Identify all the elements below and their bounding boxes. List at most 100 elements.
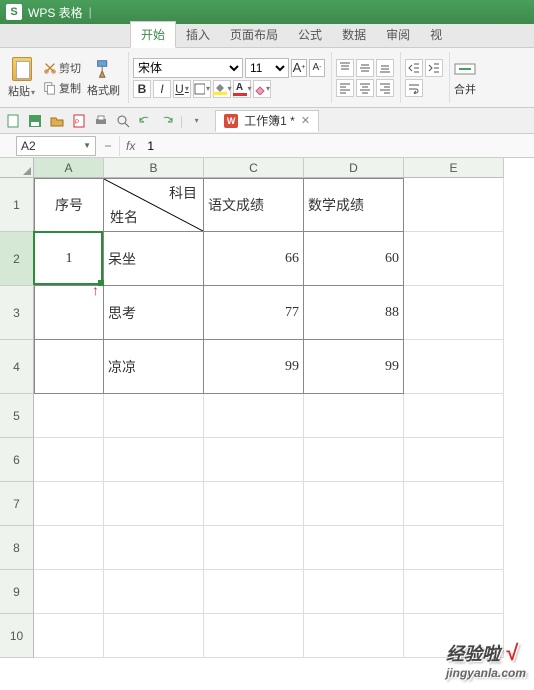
cell-D5[interactable] (304, 394, 404, 438)
cell-C4[interactable]: 99 (204, 340, 304, 394)
cell-B9[interactable] (104, 570, 204, 614)
cell-B6[interactable] (104, 438, 204, 482)
fx-icon[interactable]: fx (120, 139, 141, 153)
cell-D1[interactable]: 数学成绩 (304, 178, 404, 232)
pdf-button[interactable]: P (70, 112, 88, 130)
font-color-button[interactable]: A▾ (233, 80, 251, 98)
cell-B3[interactable]: 思考 (104, 286, 204, 340)
tab-insert[interactable]: 插入 (176, 22, 220, 47)
cell-E7[interactable] (404, 482, 504, 526)
paste-button[interactable]: 粘贴▾ (6, 56, 37, 100)
align-center-button[interactable] (356, 79, 374, 97)
new-button[interactable] (4, 112, 22, 130)
cell-E4[interactable] (404, 340, 504, 394)
row-header-2[interactable]: 2 (0, 232, 34, 286)
undo-button[interactable] (136, 112, 154, 130)
cell-C3[interactable]: 77 (204, 286, 304, 340)
row-header-7[interactable]: 7 (0, 482, 34, 526)
formula-input[interactable] (141, 136, 534, 156)
close-tab-icon[interactable]: ✕ (301, 114, 310, 127)
cell-A5[interactable] (34, 394, 104, 438)
cell-E3[interactable] (404, 286, 504, 340)
cell-C2[interactable]: 66 (204, 232, 304, 286)
cell-B7[interactable] (104, 482, 204, 526)
cell-A3[interactable] (34, 286, 104, 340)
cancel-edit-button[interactable] (96, 136, 120, 156)
tab-layout[interactable]: 页面布局 (220, 22, 288, 47)
cell-A10[interactable] (34, 614, 104, 658)
cell-B1[interactable]: 科目姓名 (104, 178, 204, 232)
cell-E9[interactable] (404, 570, 504, 614)
row-header-9[interactable]: 9 (0, 570, 34, 614)
column-header-C[interactable]: C (204, 158, 304, 178)
save-button[interactable] (26, 112, 44, 130)
select-all-corner[interactable] (0, 158, 34, 178)
align-bottom-button[interactable] (376, 59, 394, 77)
cell-D9[interactable] (304, 570, 404, 614)
cell-D6[interactable] (304, 438, 404, 482)
cell-A4[interactable] (34, 340, 104, 394)
cell-D7[interactable] (304, 482, 404, 526)
clear-format-button[interactable]: ▾ (253, 80, 271, 98)
cell-C5[interactable] (204, 394, 304, 438)
cell-A8[interactable] (34, 526, 104, 570)
cell-D4[interactable]: 99 (304, 340, 404, 394)
tab-review[interactable]: 审阅 (376, 22, 420, 47)
column-header-A[interactable]: A (34, 158, 104, 178)
cell-B2[interactable]: 呆坐 (104, 232, 204, 286)
font-increase-button[interactable]: A+ (291, 59, 307, 77)
italic-button[interactable]: I (153, 80, 171, 98)
cell-A9[interactable] (34, 570, 104, 614)
row-header-3[interactable]: 3 (0, 286, 34, 340)
fill-color-button[interactable]: ▾ (213, 80, 231, 98)
align-right-button[interactable] (376, 79, 394, 97)
row-header-1[interactable]: 1 (0, 178, 34, 232)
document-tab[interactable]: W 工作簿1 * ✕ (215, 110, 319, 132)
row-header-6[interactable]: 6 (0, 438, 34, 482)
underline-button[interactable]: U▾ (173, 80, 191, 98)
qat-more-button[interactable]: ▾ (187, 112, 205, 130)
open-button[interactable] (48, 112, 66, 130)
cell-C1[interactable]: 语文成绩 (204, 178, 304, 232)
cell-B4[interactable]: 凉凉 (104, 340, 204, 394)
bold-button[interactable]: B (133, 80, 151, 98)
align-top-button[interactable] (336, 59, 354, 77)
tab-data[interactable]: 数据 (332, 22, 376, 47)
cell-C9[interactable] (204, 570, 304, 614)
tab-start[interactable]: 开始 (130, 21, 176, 48)
font-name-select[interactable]: 宋体 (133, 58, 243, 78)
name-box[interactable]: A2 ▼ (16, 136, 96, 156)
align-middle-button[interactable] (356, 59, 374, 77)
cell-A2[interactable]: 1 (34, 232, 104, 286)
cell-D3[interactable]: 88 (304, 286, 404, 340)
cell-D10[interactable] (304, 614, 404, 658)
cell-E8[interactable] (404, 526, 504, 570)
font-decrease-button[interactable]: A- (309, 59, 325, 77)
row-header-5[interactable]: 5 (0, 394, 34, 438)
print-button[interactable] (92, 112, 110, 130)
cell-E6[interactable] (404, 438, 504, 482)
border-button[interactable]: ▾ (193, 80, 211, 98)
cell-B8[interactable] (104, 526, 204, 570)
cell-E5[interactable] (404, 394, 504, 438)
font-size-select[interactable]: 11 (245, 58, 289, 78)
indent-increase-button[interactable] (425, 59, 443, 77)
cell-A6[interactable] (34, 438, 104, 482)
preview-button[interactable] (114, 112, 132, 130)
cell-B5[interactable] (104, 394, 204, 438)
cell-C8[interactable] (204, 526, 304, 570)
indent-decrease-button[interactable] (405, 59, 423, 77)
column-header-B[interactable]: B (104, 158, 204, 178)
wrap-text-button[interactable] (405, 79, 423, 97)
row-header-10[interactable]: 10 (0, 614, 34, 658)
cell-E1[interactable] (404, 178, 504, 232)
row-header-8[interactable]: 8 (0, 526, 34, 570)
column-header-D[interactable]: D (304, 158, 404, 178)
merge-label[interactable]: 合并 (454, 84, 476, 96)
cell-C10[interactable] (204, 614, 304, 658)
row-header-4[interactable]: 4 (0, 340, 34, 394)
align-left-button[interactable] (336, 79, 354, 97)
cell-C7[interactable] (204, 482, 304, 526)
copy-button[interactable]: 复制 (41, 79, 83, 97)
tab-formula[interactable]: 公式 (288, 22, 332, 47)
